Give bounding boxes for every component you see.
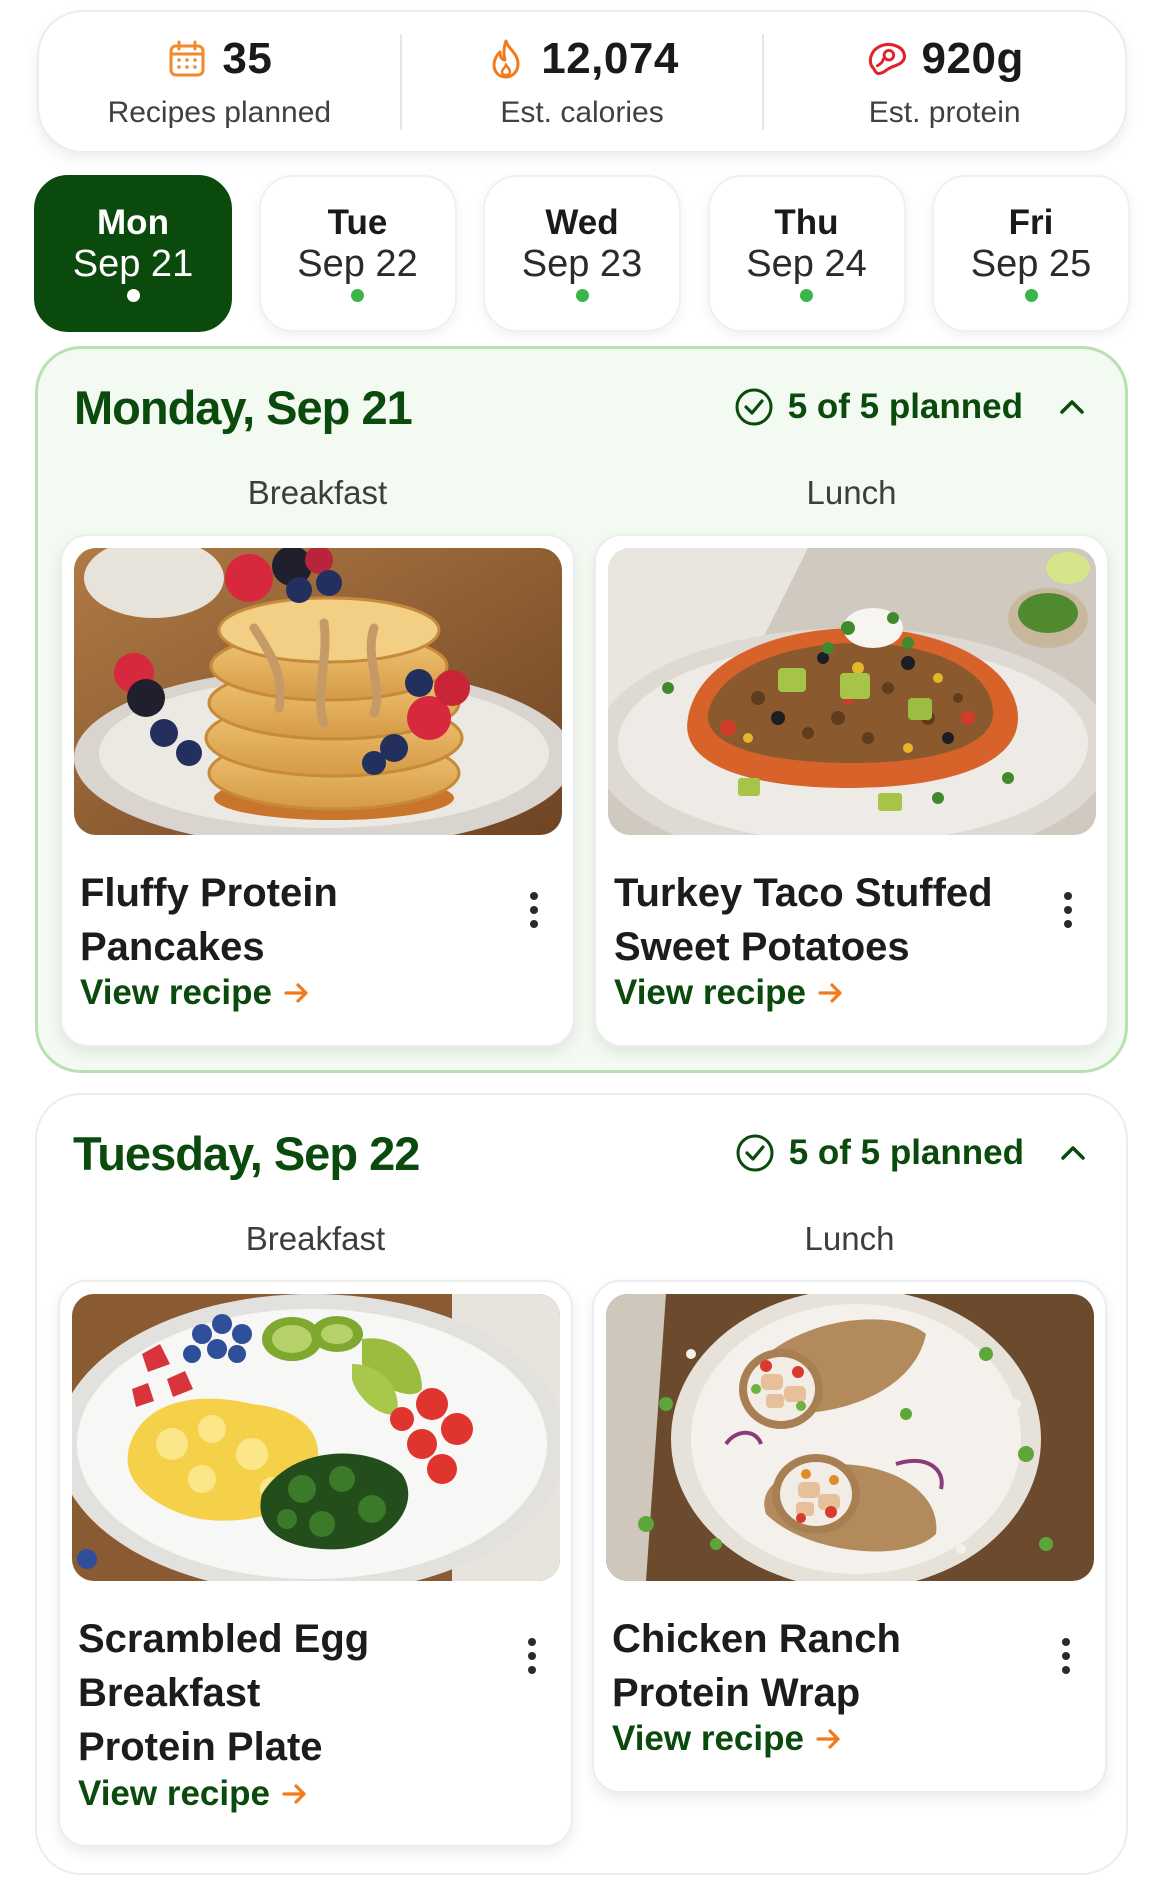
steak-icon: [866, 38, 908, 80]
recipe-title: Fluffy Protein Pancakes: [80, 871, 338, 969]
day-tab-thu[interactable]: Thu Sep 24: [707, 175, 906, 332]
planned-count: 5 of 5 planned: [787, 387, 1023, 426]
recipe-card[interactable]: Chicken Ranch Protein Wrap View recipe: [592, 1280, 1107, 1793]
meal-column-lunch: Lunch: [592, 1217, 1107, 1261]
recipe-card[interactable]: Turkey Taco Stuffed Sweet Potatoes View …: [594, 534, 1109, 1047]
view-recipe-label: View recipe: [612, 1719, 804, 1758]
arrow-right-icon: [284, 983, 308, 1003]
check-circle-icon: [735, 388, 773, 426]
view-recipe-label: View recipe: [80, 973, 272, 1012]
recipe-image: [72, 1294, 560, 1581]
day-tab-mon[interactable]: Mon Sep 21: [34, 175, 232, 332]
more-options-icon[interactable]: [1061, 890, 1075, 930]
view-recipe-link[interactable]: View recipe: [78, 1774, 310, 1814]
day-date: Sep 23: [521, 243, 643, 285]
planned-indicator-dot: [800, 289, 813, 302]
planned-status: 5 of 5 planned: [735, 1133, 1090, 1173]
more-options-icon[interactable]: [1059, 1636, 1073, 1676]
day-name: Wed: [545, 203, 619, 242]
day-name: Tue: [327, 203, 388, 242]
chevron-up-icon[interactable]: [1055, 390, 1089, 424]
day-section-monday: Monday, Sep 21 5 of 5 planned Breakfast …: [35, 346, 1128, 1073]
stat-label: Est. protein: [868, 95, 1021, 129]
day-selector: Mon Sep 21 Tue Sep 22 Wed Sep 23 Thu Sep…: [34, 175, 1130, 332]
recipe-image: [74, 548, 562, 835]
stat-label: Est. calories: [500, 95, 664, 129]
day-tab-wed[interactable]: Wed Sep 23: [483, 175, 681, 332]
recipe-title: Chicken Ranch Protein Wrap: [612, 1617, 901, 1715]
check-circle-icon: [736, 1134, 774, 1172]
view-recipe-link[interactable]: View recipe: [80, 973, 312, 1013]
meal-label: Breakfast: [245, 1220, 386, 1257]
calendar-icon: [166, 38, 208, 80]
day-date: Sep 24: [746, 243, 867, 285]
arrow-right-icon: [282, 1784, 306, 1804]
recipe-image: [608, 548, 1096, 835]
stats-summary-bar: 35 Recipes planned 12,074 Est. calories: [37, 10, 1127, 153]
recipe-card[interactable]: Fluffy Protein Pancakes View recipe: [60, 534, 575, 1047]
recipe-image: [606, 1294, 1094, 1581]
chevron-up-icon[interactable]: [1056, 1136, 1090, 1170]
day-tab-tue[interactable]: Tue Sep 22: [258, 175, 457, 332]
view-recipe-link[interactable]: View recipe: [612, 1719, 844, 1759]
section-title: Tuesday, Sep 22: [73, 1126, 420, 1180]
meal-column-breakfast: Breakfast: [60, 471, 575, 515]
meal-label: Breakfast: [247, 474, 388, 511]
stat-label: Recipes planned: [107, 95, 332, 129]
more-options-icon[interactable]: [527, 890, 541, 930]
day-section-tuesday: Tuesday, Sep 22 5 of 5 planned Breakfast…: [35, 1093, 1128, 1875]
day-date: Sep 21: [72, 243, 194, 285]
meal-column-lunch: Lunch: [594, 471, 1109, 515]
stat-value: 35: [222, 33, 273, 83]
view-recipe-label: View recipe: [78, 1774, 270, 1813]
arrow-right-icon: [818, 983, 842, 1003]
stat-recipes-planned: 35 Recipes planned: [39, 12, 400, 151]
meal-label: Lunch: [806, 474, 897, 511]
view-recipe-label: View recipe: [614, 973, 806, 1012]
stat-value: 12,074: [541, 33, 679, 83]
day-name: Thu: [774, 203, 839, 242]
planned-indicator-dot: [351, 289, 364, 302]
flame-icon: [485, 38, 527, 80]
day-tab-fri[interactable]: Fri Sep 25: [932, 175, 1130, 332]
section-header: Monday, Sep 21 5 of 5 planned: [74, 375, 1089, 439]
planned-indicator-dot: [1024, 289, 1038, 302]
more-options-icon[interactable]: [525, 1636, 539, 1676]
arrow-right-icon: [816, 1729, 840, 1749]
recipe-card[interactable]: Scrambled Egg Breakfast Protein Plate Vi…: [58, 1280, 573, 1847]
day-name: Mon: [97, 203, 169, 242]
planned-indicator-dot: [575, 289, 589, 302]
view-recipe-link[interactable]: View recipe: [614, 973, 846, 1013]
day-date: Sep 22: [297, 243, 418, 285]
day-name: Fri: [1008, 203, 1054, 242]
day-date: Sep 25: [970, 243, 1092, 285]
recipe-title: Scrambled Egg Breakfast Protein Plate: [78, 1617, 370, 1769]
stat-est-calories: 12,074 Est. calories: [402, 12, 763, 151]
section-title: Monday, Sep 21: [74, 380, 413, 434]
meal-column-breakfast: Breakfast: [58, 1217, 573, 1261]
stat-value: 920g: [921, 33, 1024, 83]
planned-count: 5 of 5 planned: [788, 1133, 1024, 1172]
section-header: Tuesday, Sep 22 5 of 5 planned: [73, 1121, 1090, 1185]
planned-indicator-dot: [126, 289, 140, 302]
recipe-title: Turkey Taco Stuffed Sweet Potatoes: [614, 871, 993, 969]
meal-label: Lunch: [804, 1220, 895, 1257]
planned-status: 5 of 5 planned: [734, 387, 1089, 427]
stat-est-protein: 920g Est. protein: [764, 12, 1125, 151]
